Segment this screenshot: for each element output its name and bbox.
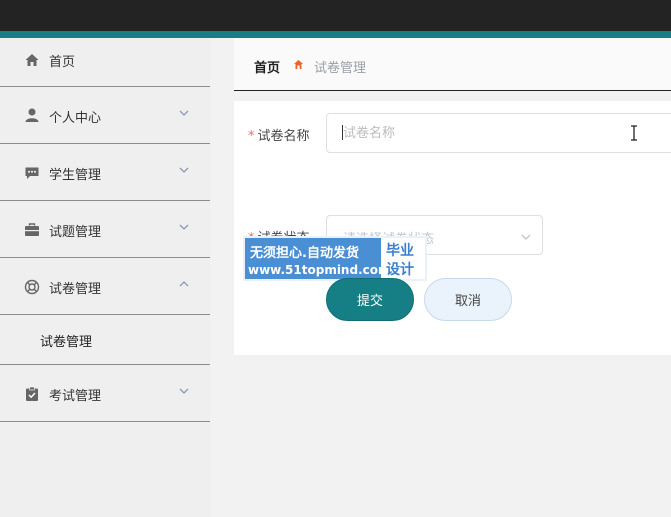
top-bar-accent (0, 31, 671, 38)
breadcrumb-current: 试卷管理 (314, 61, 367, 76)
chevron-down-icon (178, 385, 190, 397)
watermark-badge: 毕业 设计 (381, 238, 425, 279)
sidebar-item-papers[interactable]: 试卷管理 (0, 258, 210, 315)
cancel-button[interactable]: 取消 (424, 278, 512, 321)
paper-name-label: * 试卷名称 (248, 129, 310, 144)
sidebar-item-label: 试卷管理 (49, 282, 102, 297)
submenu-item-label: 试卷管理 (40, 335, 93, 350)
sidebar-item-label: 首页 (49, 55, 76, 70)
sidebar-item-home[interactable]: 首页 (0, 38, 210, 87)
house-icon (293, 59, 304, 70)
watermark-line1: 无须担心.自动发货 (250, 246, 359, 261)
submenu-item-paper-management[interactable]: 试卷管理 (0, 315, 210, 365)
top-bar (0, 0, 671, 31)
clipboard-icon (24, 386, 40, 402)
chevron-down-icon (178, 164, 190, 176)
watermark-line2: www.51topmind.com (248, 263, 391, 277)
watermark-badge-bottom: 设计 (386, 262, 414, 278)
sidebar-item-label: 试题管理 (49, 225, 102, 240)
sidebar-item-students[interactable]: 学生管理 (0, 144, 210, 201)
breadcrumb: 首页 试卷管理 (234, 38, 671, 91)
briefcase-icon (24, 222, 40, 238)
text-caret (342, 125, 343, 140)
chevron-down-icon (178, 107, 190, 119)
ibeam-cursor-icon (629, 125, 639, 141)
lifebuoy-icon (24, 279, 40, 295)
breadcrumb-home[interactable]: 首页 (254, 57, 280, 76)
watermark-badge-top: 毕业 (386, 243, 414, 259)
sidebar-item-label: 学生管理 (49, 168, 102, 183)
chevron-down-icon (520, 231, 532, 241)
sidebar-item-questions[interactable]: 试题管理 (0, 201, 210, 258)
sidebar-item-label: 个人中心 (49, 111, 102, 126)
home-icon (24, 52, 40, 68)
sidebar-item-label: 考试管理 (49, 389, 102, 404)
sidebar: 首页 个人中心 学生管理 试题管理 试卷管理 试卷管理 考试管理 (0, 38, 210, 517)
chevron-up-icon (178, 278, 190, 290)
watermark-text-block: 无须担心.自动发货 www.51topmind.com (245, 238, 391, 279)
user-icon (24, 107, 40, 123)
sidebar-item-profile[interactable]: 个人中心 (0, 87, 210, 144)
watermark-banner: 无须担心.自动发货 www.51topmind.com 毕业 设计 (243, 236, 427, 281)
paper-name-input[interactable] (326, 113, 671, 153)
submit-button[interactable]: 提交 (326, 278, 414, 321)
chat-icon (24, 165, 40, 181)
sidebar-item-exams[interactable]: 考试管理 (0, 365, 210, 422)
chevron-down-icon (178, 221, 190, 233)
